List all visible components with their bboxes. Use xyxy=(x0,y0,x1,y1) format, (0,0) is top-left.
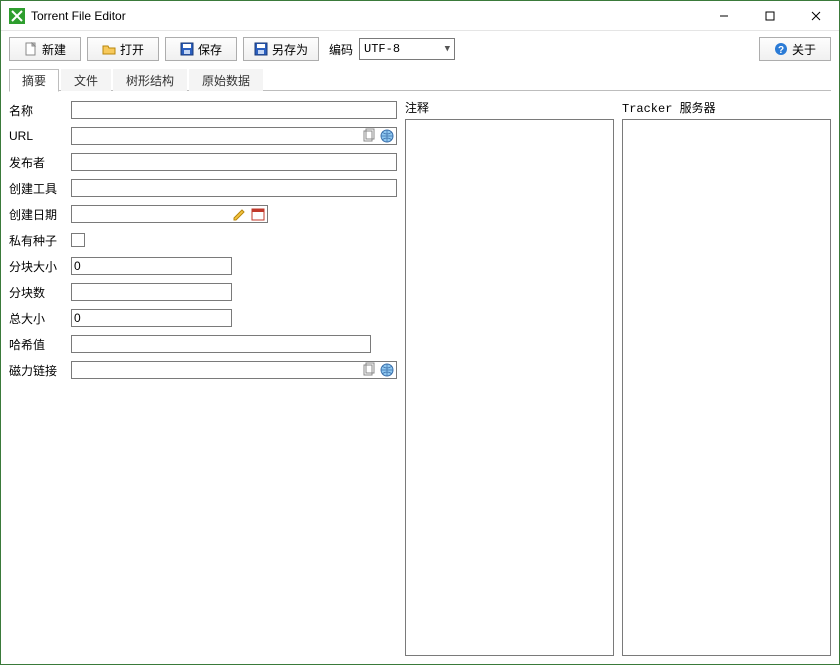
svg-text:?: ? xyxy=(778,45,784,56)
save-as-icon xyxy=(254,42,268,56)
globe-icon[interactable] xyxy=(379,128,395,144)
url-input[interactable] xyxy=(71,127,397,145)
tabstrip: 摘要 文件 树形结构 原始数据 xyxy=(1,67,839,91)
save-button[interactable]: 保存 xyxy=(165,37,237,61)
open-button-label: 打开 xyxy=(120,41,144,58)
toolbar: 新建 打开 保存 另存为 编码 UTF-8 ▼ ? xyxy=(1,31,839,67)
new-button[interactable]: 新建 xyxy=(9,37,81,61)
help-icon: ? xyxy=(774,42,788,56)
publisher-label: 发布者 xyxy=(9,154,65,171)
save-button-label: 保存 xyxy=(198,41,222,58)
annotation-label: 注释 xyxy=(405,99,614,117)
folder-open-icon xyxy=(102,42,116,56)
magnet-label: 磁力链接 xyxy=(9,362,65,379)
window-controls xyxy=(701,1,839,30)
globe-icon[interactable] xyxy=(379,362,395,378)
titlebar: Torrent File Editor xyxy=(1,1,839,31)
piece-size-input[interactable] xyxy=(71,257,232,275)
piece-count-input[interactable] xyxy=(71,283,232,301)
copy-icon[interactable] xyxy=(361,362,377,378)
piece-size-label: 分块大小 xyxy=(9,258,65,275)
tracker-column: Tracker 服务器 xyxy=(622,99,831,656)
about-button[interactable]: ? 关于 xyxy=(759,37,831,61)
hash-input[interactable] xyxy=(71,335,371,353)
summary-form: 名称 URL 发布者 xyxy=(9,99,397,656)
piece-count-label: 分块数 xyxy=(9,284,65,301)
private-label: 私有种子 xyxy=(9,232,65,249)
about-button-label: 关于 xyxy=(792,41,816,58)
app-window: Torrent File Editor 新建 打开 xyxy=(0,0,840,665)
copy-icon[interactable] xyxy=(361,128,377,144)
created-by-label: 创建工具 xyxy=(9,180,65,197)
tracker-textarea[interactable] xyxy=(622,119,831,656)
calendar-icon[interactable] xyxy=(250,206,266,222)
tab-raw[interactable]: 原始数据 xyxy=(189,69,263,91)
open-button[interactable]: 打开 xyxy=(87,37,159,61)
url-label: URL xyxy=(9,129,65,143)
hash-label: 哈希值 xyxy=(9,336,65,353)
encoding-value: UTF-8 xyxy=(364,42,400,56)
app-icon xyxy=(9,8,25,24)
file-new-icon xyxy=(24,42,38,56)
created-by-input[interactable] xyxy=(71,179,397,197)
name-label: 名称 xyxy=(9,102,65,119)
creation-date-label: 创建日期 xyxy=(9,206,65,223)
annotation-column: 注释 xyxy=(405,99,614,656)
tab-summary[interactable]: 摘要 xyxy=(9,69,59,92)
encoding-combobox[interactable]: UTF-8 ▼ xyxy=(359,38,455,60)
edit-icon[interactable] xyxy=(232,206,248,222)
new-button-label: 新建 xyxy=(42,41,66,58)
saveas-button-label: 另存为 xyxy=(272,41,308,58)
magnet-input[interactable] xyxy=(71,361,397,379)
close-button[interactable] xyxy=(793,1,839,30)
chevron-down-icon: ▼ xyxy=(445,44,450,54)
minimize-button[interactable] xyxy=(701,1,747,30)
total-size-input[interactable] xyxy=(71,309,232,327)
name-input[interactable] xyxy=(71,101,397,119)
tracker-label: Tracker 服务器 xyxy=(622,99,831,117)
annotation-textarea[interactable] xyxy=(405,119,614,656)
tab-files[interactable]: 文件 xyxy=(61,69,111,91)
window-title: Torrent File Editor xyxy=(31,9,126,23)
publisher-input[interactable] xyxy=(71,153,397,171)
private-checkbox[interactable] xyxy=(71,233,85,247)
content-area: 名称 URL 发布者 xyxy=(1,91,839,664)
tab-tree[interactable]: 树形结构 xyxy=(113,69,187,91)
encoding-label: 编码 xyxy=(329,41,353,58)
total-size-label: 总大小 xyxy=(9,310,65,327)
save-icon xyxy=(180,42,194,56)
saveas-button[interactable]: 另存为 xyxy=(243,37,319,61)
maximize-button[interactable] xyxy=(747,1,793,30)
